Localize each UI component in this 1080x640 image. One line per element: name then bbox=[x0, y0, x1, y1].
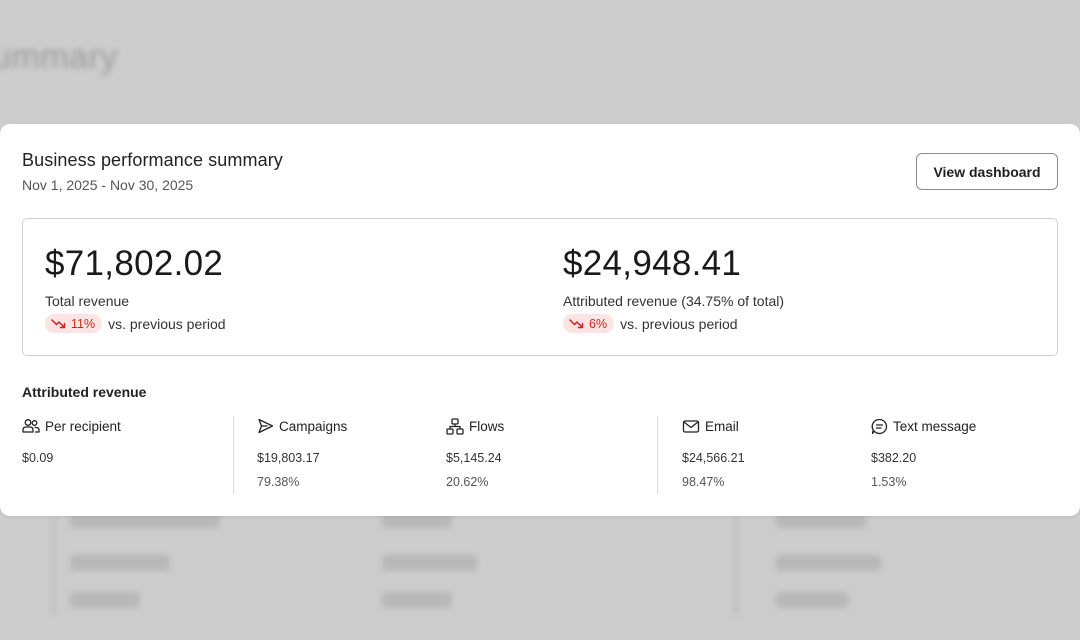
stat-percent: 98.47% bbox=[682, 475, 725, 489]
stat-divider bbox=[657, 416, 658, 494]
attributed-revenue-label: Attributed revenue (34.75% of total) bbox=[563, 293, 785, 309]
business-performance-card: Business performance summary Nov 1, 2025… bbox=[0, 124, 1080, 516]
stat-value: $5,145.24 bbox=[446, 451, 502, 465]
stat-percent: 79.38% bbox=[257, 475, 300, 489]
background-divider bbox=[735, 516, 737, 616]
attributed-revenue-section-title: Attributed revenue bbox=[22, 384, 147, 400]
attributed-revenue-change: 6% vs. previous period bbox=[563, 314, 784, 333]
background-divider bbox=[53, 516, 55, 616]
stat-percent: 1.53% bbox=[871, 475, 907, 489]
stat-campaigns: Campaigns $19,803.17 79.38% bbox=[257, 416, 348, 490]
stat-value: $24,566.21 bbox=[682, 451, 745, 465]
stat-flows: Flows $5,145.24 20.62% bbox=[446, 416, 504, 489]
view-dashboard-button[interactable]: View dashboard bbox=[916, 153, 1058, 190]
trend-down-icon bbox=[569, 318, 584, 328]
send-icon bbox=[258, 418, 274, 434]
attributed-revenue-stats: Per recipient $0.09 Campaigns $19,803.17… bbox=[0, 416, 1080, 496]
date-range: Nov 1, 2025 - Nov 30, 2025 bbox=[22, 177, 194, 193]
stat-email: Email $24,566.21 98.47% bbox=[682, 416, 745, 490]
card-title: Business performance summary bbox=[22, 150, 283, 170]
total-revenue-label: Total revenue bbox=[45, 293, 130, 309]
flow-icon bbox=[446, 417, 464, 435]
stat-percent: 20.62% bbox=[446, 475, 489, 489]
change-percent: 11% bbox=[71, 316, 96, 331]
stat-label: Text message bbox=[893, 418, 977, 434]
stat-divider bbox=[233, 416, 234, 494]
background-placeholder bbox=[382, 555, 477, 571]
mail-icon bbox=[682, 419, 700, 433]
total-revenue-value: $71,802.02 bbox=[45, 244, 224, 283]
background-page-title: ummary bbox=[0, 38, 118, 76]
change-badge: 11% bbox=[45, 314, 103, 333]
people-icon bbox=[22, 419, 40, 433]
total-revenue-metric: $71,802.02 Total revenue 11% vs. previou… bbox=[45, 243, 226, 333]
change-percent: 6% bbox=[589, 316, 608, 331]
change-badge: 6% bbox=[563, 314, 615, 333]
change-suffix: vs. previous period bbox=[108, 315, 226, 332]
stat-value: $19,803.17 bbox=[257, 451, 320, 465]
message-icon bbox=[871, 418, 888, 434]
total-revenue-change: 11% vs. previous period bbox=[45, 314, 226, 333]
background-placeholder bbox=[776, 592, 848, 608]
stat-per-recipient: Per recipient $0.09 bbox=[22, 416, 121, 466]
attributed-revenue-metric: $24,948.41 Attributed revenue (34.75% of… bbox=[563, 243, 784, 333]
attributed-revenue-value: $24,948.41 bbox=[563, 244, 742, 283]
stat-label: Email bbox=[705, 418, 739, 434]
revenue-summary-box: $71,802.02 Total revenue 11% vs. previou… bbox=[22, 218, 1058, 356]
background-placeholder bbox=[382, 592, 452, 608]
stat-value: $0.09 bbox=[22, 451, 54, 465]
stat-text-message: Text message $382.20 1.53% bbox=[871, 416, 976, 489]
stat-label: Per recipient bbox=[45, 418, 121, 434]
background-placeholder bbox=[70, 592, 140, 608]
stat-label: Flows bbox=[469, 418, 505, 434]
stat-label: Campaigns bbox=[279, 418, 348, 434]
trend-down-icon bbox=[51, 318, 66, 328]
stat-value: $382.20 bbox=[871, 451, 917, 465]
background-placeholder bbox=[70, 555, 170, 571]
change-suffix: vs. previous period bbox=[620, 315, 738, 332]
background-placeholder bbox=[776, 555, 881, 571]
